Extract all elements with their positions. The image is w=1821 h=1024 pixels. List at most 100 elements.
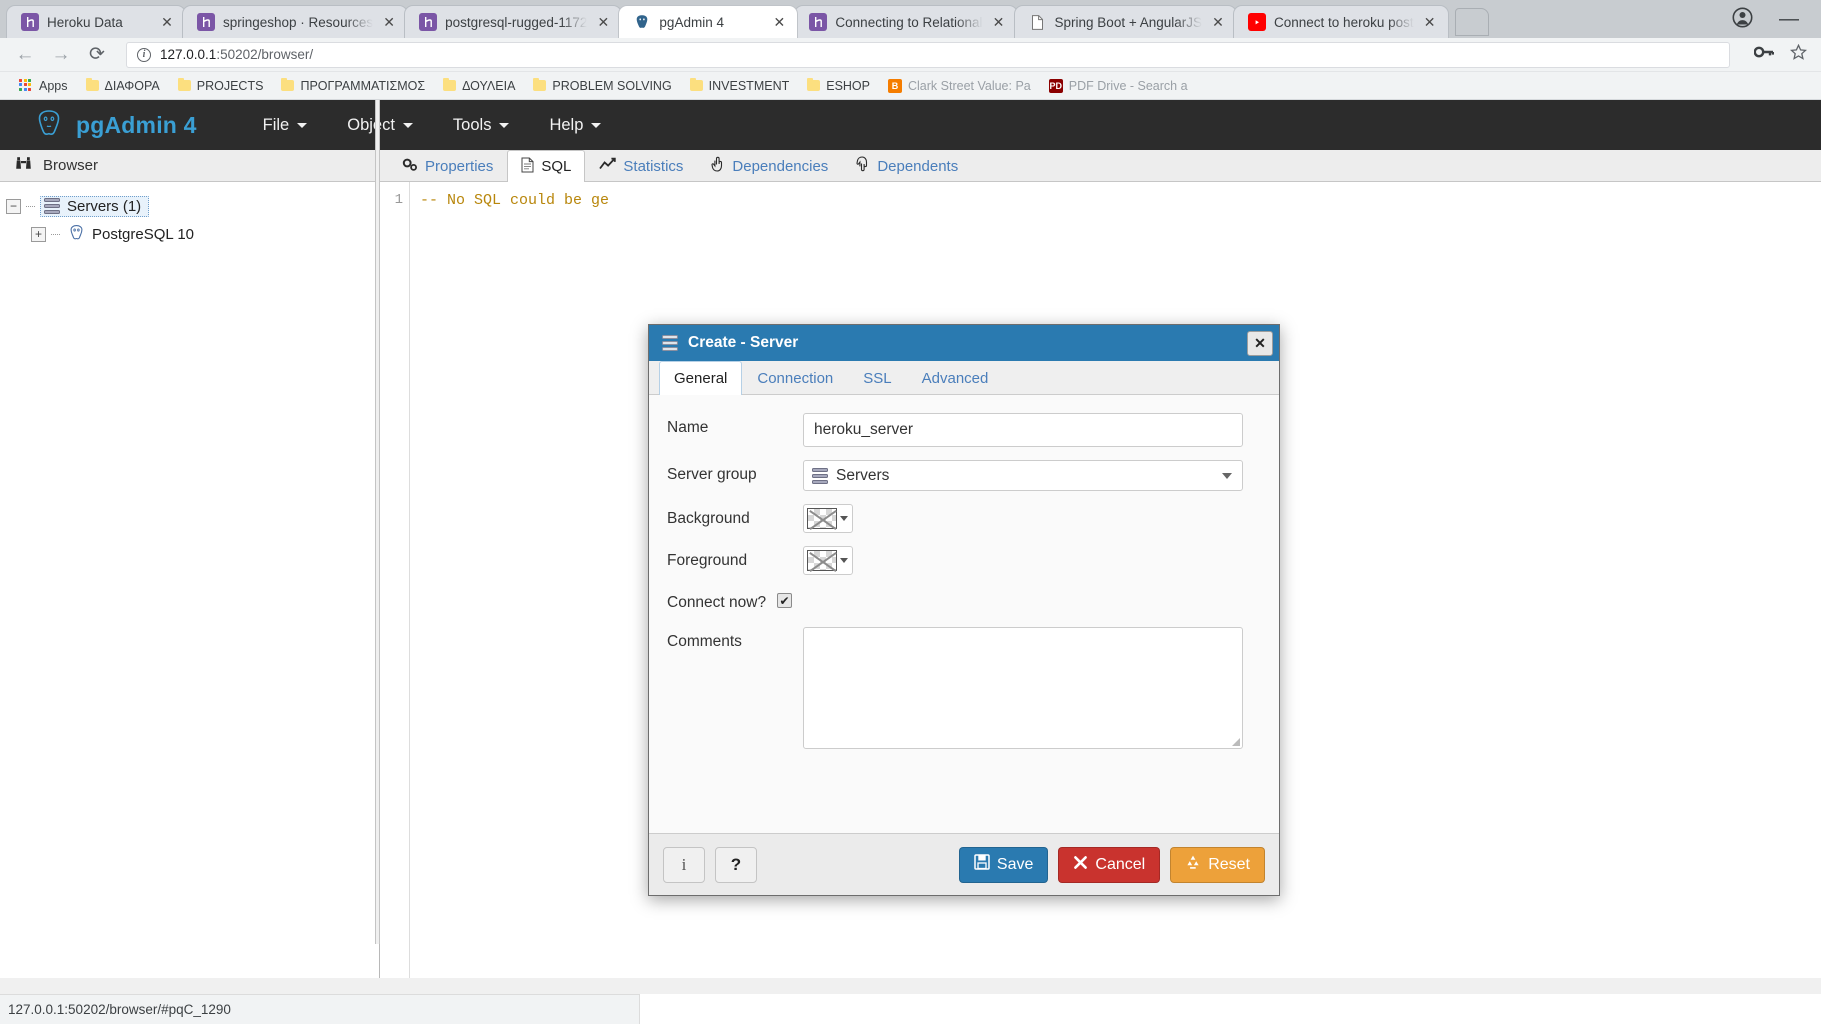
tree-node-servers[interactable]: − Servers (1) [0,192,379,220]
tree-expander[interactable]: + [31,226,46,242]
tree-node-selected[interactable]: Servers (1) [40,195,150,217]
browser-panel-header: Browser [0,150,379,182]
menu-object[interactable]: Object [327,110,433,141]
close-icon[interactable]: ✕ [381,14,397,30]
info-circle-icon[interactable]: i [137,47,151,62]
close-icon[interactable]: ✕ [991,14,1007,30]
cancel-button[interactable]: Cancel [1058,846,1161,883]
bookmark-item[interactable]: ΔΙΑΦΟΡΑ [79,77,167,95]
youtube-icon [1248,13,1267,31]
reload-button[interactable]: ⟳ [86,43,108,66]
dialog-tab-advanced[interactable]: Advanced [907,361,1004,394]
dialog-tab-general[interactable]: General [659,361,743,395]
address-bar[interactable]: i 127.0.0.1:50202/browser/ [126,41,1730,68]
profile-avatar-icon[interactable] [1732,7,1753,32]
tab-dependencies[interactable]: Dependencies [697,150,842,181]
help-button[interactable]: ? [715,846,757,883]
pgadmin-brand-title: pgAdmin 4 [76,111,197,138]
comments-textarea[interactable] [803,626,1243,749]
gears-icon [402,157,418,176]
menu-label: Object [347,115,395,134]
tree-expander[interactable]: − [6,198,21,214]
back-button[interactable]: ← [14,44,36,66]
tab-statistics[interactable]: Statistics [585,150,697,181]
recycle-icon [1185,854,1201,875]
close-icon[interactable]: ✕ [1210,14,1226,30]
tree-node-body[interactable]: PostgreSQL 10 [65,223,197,246]
bookmark-item[interactable]: ΔΟΥΛΕΙΑ [436,77,522,95]
browser-tab[interactable]: Heroku Data ✕ [6,5,186,38]
chart-icon [599,157,617,175]
tree-connector [26,205,35,207]
browser-tab[interactable]: springeshop · Resources ✕ [182,5,409,38]
bookmark-item[interactable]: PROBLEM SOLVING [526,77,678,95]
chevron-down-icon [499,122,510,128]
horizontal-scrollbar[interactable] [0,978,1821,994]
close-icon[interactable]: ✕ [1247,330,1273,356]
close-icon[interactable]: ✕ [771,14,787,30]
browser-tab-title: Heroku Data [47,14,123,30]
server-group-label: Server group [667,466,757,483]
browser-panel-title: Browser [43,157,99,174]
chevron-down-icon [402,122,413,128]
server-group-value: Servers [836,466,890,484]
browser-tab-active[interactable]: pgAdmin 4 ✕ [618,5,799,38]
foreground-label: Foreground [667,552,748,569]
connect-now-checkbox[interactable]: ✔ [777,593,792,608]
reset-button[interactable]: Reset [1170,846,1265,883]
dialog-titlebar[interactable]: Create - Server ✕ [649,325,1279,361]
menu-help[interactable]: Help [529,110,621,141]
bookmark-item[interactable]: PROJECTS [171,77,271,95]
browser-tab-title: Connect to heroku post [1274,14,1414,30]
tab-sql[interactable]: SQL [507,150,586,182]
tree-node-label: PostgreSQL 10 [92,225,195,243]
pgadmin-header: pgAdmin 4 File Object Tools Help [0,100,1821,150]
tree-node-postgresql[interactable]: + PostgreSQL 10 [0,220,379,248]
bookmark-item[interactable]: ESHOP [800,77,877,95]
name-input[interactable]: heroku_server [803,413,1243,447]
bookmark-item[interactable]: ΠΡΟΓΡΑΜΜΑΤΙΣΜΟΣ [274,77,432,95]
info-button[interactable]: i [663,846,705,883]
close-icon[interactable]: ✕ [595,14,611,30]
dialog-body: General Connection SSL Advanced Name her… [649,361,1279,833]
browser-tab-title: Spring Boot + AngularJS [1054,14,1203,30]
minimize-button[interactable]: — [1779,9,1799,29]
menu-tools[interactable]: Tools [433,110,530,141]
x-icon [1073,855,1088,875]
browser-toolbar: ← → ⟳ i 127.0.0.1:50202/browser/ [0,38,1821,72]
browser-tab[interactable]: postgresql-rugged-1172 ✕ [404,5,623,38]
star-icon[interactable] [1789,43,1808,66]
servers-icon [662,335,678,351]
foreground-color-picker[interactable] [803,546,853,575]
tab-label: SQL [541,158,572,175]
close-icon[interactable]: ✕ [1422,14,1438,30]
bookmark-item[interactable]: B Clark Street Value: Pa [881,77,1038,95]
forward-button[interactable]: → [50,44,72,66]
field-row-server-group: Server group Servers [667,460,1257,491]
bookmark-apps[interactable]: Apps [12,77,75,95]
browser-window: Heroku Data ✕ springeshop · Resources ✕ … [0,0,1821,1024]
tab-properties[interactable]: Properties [388,150,507,181]
browser-tab[interactable]: Connect to heroku post ✕ [1233,5,1449,38]
key-icon[interactable] [1753,45,1775,64]
comments-label: Comments [667,632,742,650]
cancel-label: Cancel [1095,855,1146,873]
servers-icon [812,467,828,484]
browser-tab[interactable]: Connecting to Relational ✕ [794,5,1018,38]
pgadmin-menubar: File Object Tools Help [243,110,622,141]
menu-label: Tools [452,115,492,134]
dialog-tab-ssl[interactable]: SSL [848,361,906,394]
tab-dependents[interactable]: Dependents [842,150,972,181]
panel-splitter[interactable] [375,100,380,944]
server-group-select[interactable]: Servers [803,460,1243,491]
browser-tab[interactable]: Spring Boot + AngularJS ✕ [1013,5,1238,38]
browser-tab-title: postgresql-rugged-1172 [445,14,588,30]
new-tab-button[interactable] [1454,8,1489,36]
menu-file[interactable]: File [243,110,328,141]
close-icon[interactable]: ✕ [159,14,175,30]
save-button[interactable]: Save [958,846,1049,883]
bookmark-item[interactable]: PD PDF Drive - Search a [1042,77,1195,95]
dialog-tab-connection[interactable]: Connection [742,361,848,394]
background-color-picker[interactable] [803,504,853,533]
bookmark-item[interactable]: INVESTMENT [683,77,797,95]
